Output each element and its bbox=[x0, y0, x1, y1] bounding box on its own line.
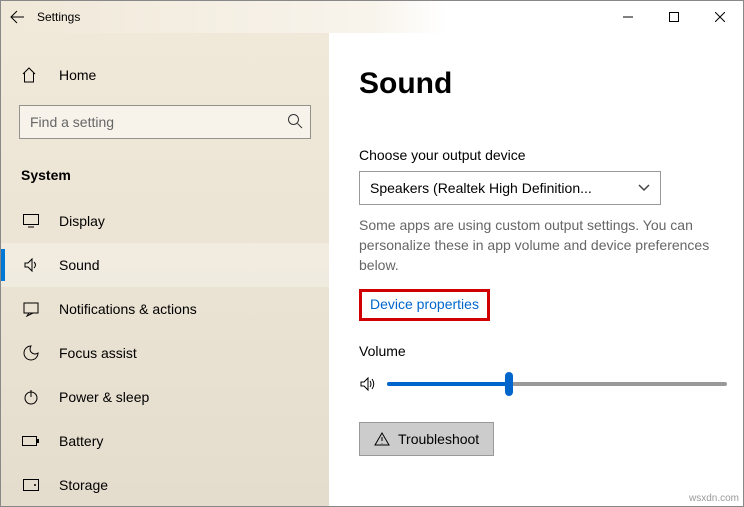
troubleshoot-button[interactable]: Troubleshoot bbox=[359, 422, 494, 456]
output-device-dropdown[interactable]: Speakers (Realtek High Definition... bbox=[359, 171, 661, 205]
content-area: Home System Display Sound Notifications … bbox=[1, 33, 743, 506]
nav-label: Power & sleep bbox=[59, 389, 149, 405]
close-icon bbox=[715, 12, 725, 22]
nav-label: Display bbox=[59, 213, 105, 229]
output-device-label: Choose your output device bbox=[359, 147, 713, 163]
window-title: Settings bbox=[37, 10, 80, 24]
minimize-button[interactable] bbox=[605, 1, 651, 33]
nav-label: Sound bbox=[59, 257, 99, 273]
display-icon bbox=[21, 214, 41, 228]
sidebar-item-storage[interactable]: Storage bbox=[1, 463, 329, 506]
sound-icon bbox=[21, 257, 41, 273]
highlight-box: Device properties bbox=[359, 289, 490, 321]
power-icon bbox=[21, 389, 41, 405]
watermark: wsxdn.com bbox=[689, 493, 739, 504]
troubleshoot-label: Troubleshoot bbox=[398, 431, 479, 447]
titlebar: Settings bbox=[1, 1, 743, 33]
home-label: Home bbox=[59, 67, 96, 83]
volume-row: 36 bbox=[359, 373, 713, 394]
output-description: Some apps are using custom output settin… bbox=[359, 215, 713, 275]
sidebar-item-sound[interactable]: Sound bbox=[1, 243, 329, 287]
page-title: Sound bbox=[359, 67, 713, 101]
nav-label: Battery bbox=[59, 433, 103, 449]
dropdown-value: Speakers (Realtek High Definition... bbox=[370, 180, 592, 196]
notifications-icon bbox=[21, 301, 41, 317]
search-input[interactable] bbox=[19, 105, 311, 139]
volume-label: Volume bbox=[359, 343, 713, 359]
focus-assist-icon bbox=[21, 345, 41, 361]
slider-fill bbox=[387, 382, 509, 386]
sidebar-item-power-sleep[interactable]: Power & sleep bbox=[1, 375, 329, 419]
minimize-icon bbox=[623, 12, 633, 22]
window-controls bbox=[605, 1, 743, 33]
nav-label: Storage bbox=[59, 477, 108, 493]
warning-icon bbox=[374, 432, 390, 446]
chevron-down-icon bbox=[638, 184, 650, 192]
maximize-icon bbox=[669, 12, 679, 22]
sidebar: Home System Display Sound Notifications … bbox=[1, 33, 329, 506]
sidebar-item-focus-assist[interactable]: Focus assist bbox=[1, 331, 329, 375]
back-button[interactable] bbox=[1, 1, 33, 33]
search-field[interactable] bbox=[19, 105, 311, 139]
storage-icon bbox=[21, 479, 41, 491]
volume-slider[interactable] bbox=[387, 382, 727, 386]
slider-thumb[interactable] bbox=[505, 372, 513, 396]
device-properties-link[interactable]: Device properties bbox=[370, 296, 479, 312]
sidebar-item-battery[interactable]: Battery bbox=[1, 419, 329, 463]
maximize-button[interactable] bbox=[651, 1, 697, 33]
home-icon bbox=[21, 67, 41, 83]
sidebar-item-display[interactable]: Display bbox=[1, 199, 329, 243]
nav-label: Notifications & actions bbox=[59, 301, 197, 317]
section-header: System bbox=[1, 155, 329, 199]
arrow-left-icon bbox=[9, 9, 25, 25]
sidebar-item-notifications[interactable]: Notifications & actions bbox=[1, 287, 329, 331]
sidebar-home[interactable]: Home bbox=[1, 55, 329, 95]
main-panel: Sound Choose your output device Speakers… bbox=[329, 33, 743, 506]
nav-label: Focus assist bbox=[59, 345, 137, 361]
battery-icon bbox=[21, 435, 41, 447]
speaker-icon[interactable] bbox=[359, 375, 377, 393]
close-button[interactable] bbox=[697, 1, 743, 33]
